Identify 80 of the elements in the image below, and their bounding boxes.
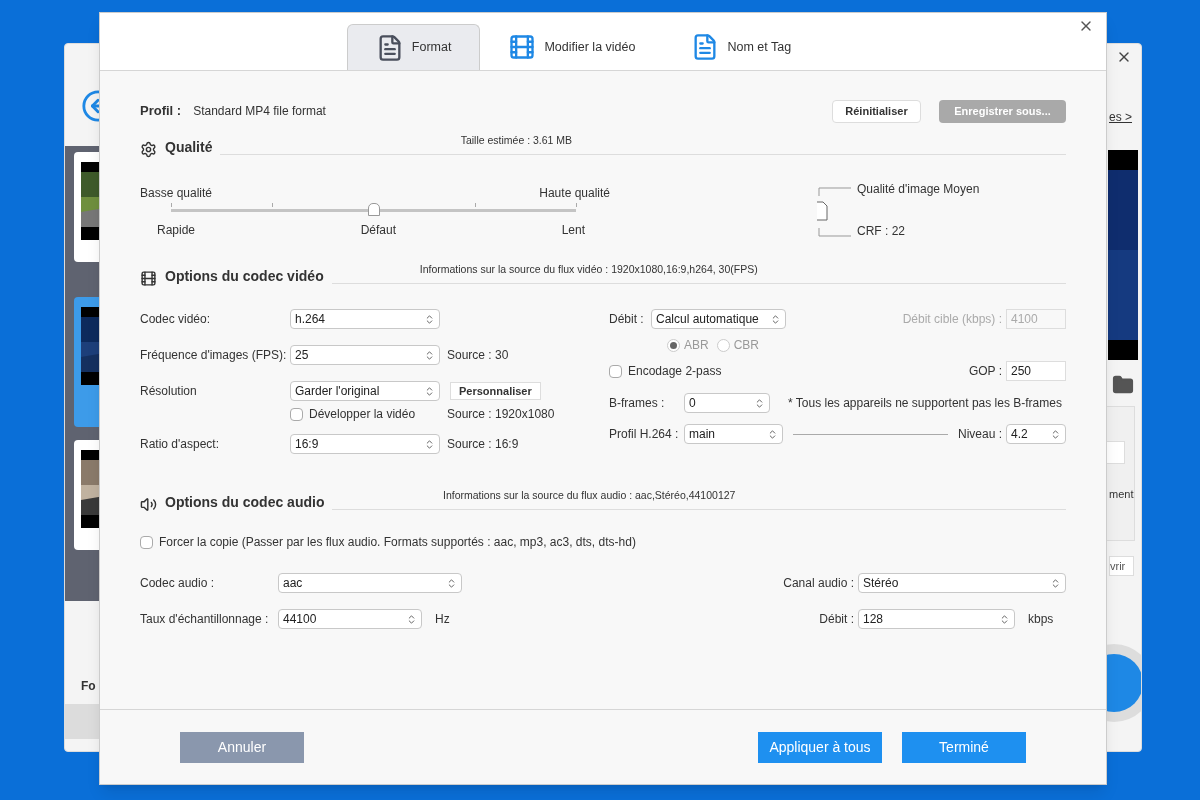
section-title: Options du codec audio (165, 493, 325, 512)
checkbox[interactable]: Développer la vidéo (290, 405, 447, 423)
chevron-icon (406, 613, 417, 625)
field-label: Débit : (609, 311, 645, 328)
chevron-icon (424, 438, 435, 450)
field-label: Source : 16:9 (447, 436, 519, 453)
field-label: kbps (1028, 611, 1055, 628)
info-text: Informations sur la source du flux audio : aac,Stéréo,44100127 (442, 488, 736, 503)
film-reel-icon (140, 270, 157, 287)
field-label: Profil H.264 : (609, 426, 680, 443)
checkbox[interactable]: Forcer la copie (Passer par les flux audio. Formats supportés : aac, mp3, ac3, dts, dts-hd) (140, 533, 1066, 551)
dropdown[interactable]: 25 (290, 345, 440, 365)
checkbox[interactable]: Encodage 2-pass (609, 362, 722, 380)
info-text: Taille estimée : 3.61 MB (460, 133, 573, 148)
speaker-icon (140, 496, 157, 513)
field-label: Rapide (157, 222, 196, 239)
chevron-icon (446, 577, 457, 589)
chevron-icon (1050, 577, 1061, 589)
field-label: CRF : 22 (857, 223, 906, 240)
dropdown[interactable]: Stéréo (858, 573, 1066, 593)
chevron-icon (767, 428, 778, 440)
dropdown[interactable]: 128 (858, 609, 1015, 629)
field-label: Lent (561, 222, 585, 239)
field-label: Source : 30 (447, 347, 509, 364)
chevron-icon (999, 613, 1010, 625)
field-label: Défaut (360, 222, 396, 239)
settings-icon (140, 141, 157, 158)
dropdown[interactable]: Calcul automatique (651, 309, 786, 329)
field-label: Débit : (819, 611, 854, 628)
slider[interactable] (171, 204, 576, 218)
field-label: Fréquence d'images (FPS): (140, 347, 288, 364)
button[interactable]: Réinitialiser (832, 99, 921, 123)
field-label: Haute qualité (539, 185, 610, 202)
input-field[interactable]: 250 (1006, 361, 1066, 381)
field-label: Canal audio : (783, 575, 854, 592)
field-label: Résolution (140, 383, 198, 400)
tab[interactable]: Nom et Tag (663, 24, 820, 70)
chevron-icon (1050, 428, 1061, 440)
profile-value: Standard MP4 file format (193, 103, 326, 120)
profile-label: Profil : (140, 102, 182, 121)
customize-button[interactable]: Personnaliser (450, 382, 541, 400)
chevron-icon (424, 385, 435, 397)
field-label: Taux d'échantillonnage : (140, 611, 270, 628)
label-text: ment (1109, 487, 1134, 502)
info-text: Informations sur la source du flux vidéo : 1920x1080,16:9,h264, 30(FPS) (419, 262, 758, 277)
field-label: Niveau : (957, 426, 1002, 443)
section-title: Qualité (165, 138, 213, 157)
chevron-icon (424, 313, 435, 325)
field-label: Codec audio : (140, 575, 216, 592)
field-label: * Tous les appareils ne supportent pas les B-frames (788, 395, 1062, 412)
field-label: GOP : (968, 363, 1002, 380)
label-text: Fo (81, 678, 96, 695)
field-label: Débit cible (kbps) : (902, 311, 1002, 328)
field-label: Source : 1920x1080 (447, 406, 555, 423)
field-label: Codec vidéo: (140, 311, 212, 328)
bracket-icon (817, 184, 853, 240)
dropdown[interactable]: Garder l'original (290, 381, 440, 401)
chevron-icon (424, 349, 435, 361)
dropdown[interactable]: h.264 (290, 309, 440, 329)
dropdown[interactable]: main (684, 424, 783, 444)
folder-icon[interactable] (1112, 374, 1134, 396)
dropdown[interactable]: 0 (684, 393, 770, 413)
slider-thumb[interactable] (367, 203, 380, 216)
dropdown[interactable]: aac (278, 573, 462, 593)
dropdown[interactable]: 44100 (278, 609, 422, 629)
chevron-icon (754, 397, 765, 409)
field-label: Ratio d'aspect: (140, 436, 220, 453)
section-title: Options du codec vidéo (165, 267, 324, 286)
open-button[interactable]: vrir (1109, 556, 1135, 576)
field-label: B-frames : (609, 395, 666, 412)
film-icon (508, 33, 537, 61)
chevron-icon (770, 313, 781, 325)
link[interactable]: es > (1109, 108, 1132, 126)
tab[interactable]: Modifier la vidéo (480, 24, 664, 70)
dropdown[interactable]: 4.2 (1006, 424, 1066, 444)
field-label: Basse qualité (140, 185, 213, 202)
dropdown[interactable]: 16:9 (290, 434, 440, 454)
field-label: Qualité d'image Moyen (857, 181, 980, 198)
field-label: Hz (435, 611, 450, 628)
tab[interactable]: Format (346, 24, 481, 70)
